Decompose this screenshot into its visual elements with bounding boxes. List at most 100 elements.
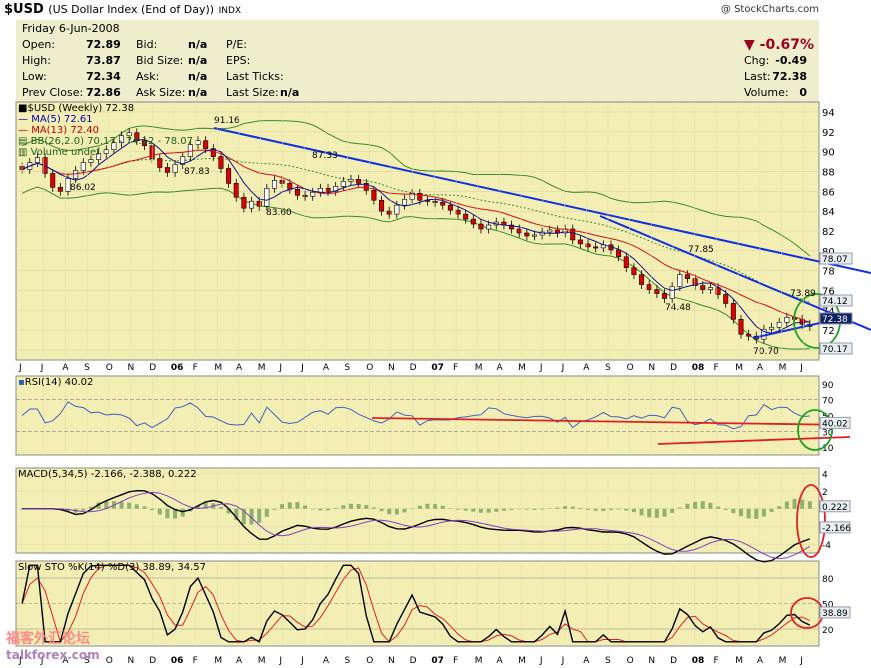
candle [746, 333, 752, 337]
legend-ma5: — MA(5) 72.61 [18, 114, 93, 125]
legend-rsi: ▪RSI(14) 40.02 [18, 377, 94, 388]
macd-hist-bar [394, 508, 399, 515]
price-annotation: 87.83 [184, 167, 210, 177]
candle [203, 140, 209, 149]
candle [654, 289, 660, 294]
candle [164, 167, 170, 173]
x-label-top: F [193, 363, 198, 373]
x-label-bottom: A [496, 656, 503, 666]
x-label-top: S [84, 363, 90, 373]
x-label-top: D [410, 363, 417, 373]
candle [279, 180, 285, 184]
x-label-top: M [735, 363, 743, 373]
candle [432, 200, 438, 203]
candle [700, 285, 706, 290]
watermark-cn: 福客外汇论坛 [6, 631, 90, 647]
macd-hist-bar [754, 508, 759, 519]
x-label-bottom: J [799, 656, 803, 666]
x-label-top: A [62, 363, 69, 373]
macd-hist-bar [81, 508, 86, 511]
macd-hist-bar [509, 508, 514, 510]
macd-hist-bar [570, 506, 575, 509]
macd-tag: 0.222 [822, 503, 848, 513]
candle [310, 192, 316, 197]
candle [616, 249, 622, 258]
candle [371, 190, 377, 201]
macd-hist-bar [578, 508, 583, 509]
macd-hist-bar [341, 505, 346, 509]
macd-hist-bar [807, 501, 812, 509]
price-annotation: 70.70 [753, 347, 779, 357]
candle [57, 187, 63, 192]
price-annotation: 74.48 [665, 303, 691, 313]
macd-hist-bar [326, 508, 331, 511]
y-tick-main: 90 [822, 148, 835, 159]
macd-hist-bar [616, 508, 621, 510]
macd-hist-bar [662, 508, 667, 517]
macd-hist-bar [356, 504, 361, 509]
x-label-top: A [236, 363, 243, 373]
macd-hist-bar [387, 508, 392, 515]
x-label-bottom: M [214, 656, 222, 666]
macd-hist-bar [127, 502, 132, 509]
candle [707, 287, 713, 290]
candle [73, 170, 79, 179]
macd-hist-bar [555, 507, 560, 509]
x-label-bottom: J [300, 656, 304, 666]
macd-hist-bar [257, 508, 262, 523]
macd-hist-bar [448, 508, 453, 509]
x-label-bottom: M [475, 656, 483, 666]
macd-hist-bar [348, 503, 353, 509]
macd-hist-bar [708, 502, 713, 509]
macd-hist-bar [218, 506, 223, 509]
x-label-bottom: O [366, 656, 373, 666]
x-label-top: O [106, 363, 113, 373]
x-label-top: 08 [692, 363, 705, 373]
candle [478, 223, 484, 230]
sto-tag: 38.89 [822, 609, 848, 619]
legend-volume: ▥ Volume undef [18, 147, 100, 158]
macd-hist-bar [532, 508, 537, 510]
x-label-top: O [627, 363, 634, 373]
macd-hist-bar [478, 508, 483, 513]
x-label-top: S [345, 363, 351, 373]
macd-hist-bar [157, 508, 162, 515]
price-annotation: 73.89 [790, 289, 816, 299]
candle [463, 213, 469, 220]
x-label-bottom: M [518, 656, 526, 666]
macd-hist-bar [371, 507, 376, 509]
candle [241, 196, 247, 209]
x-label-bottom: N [388, 656, 395, 666]
x-label-bottom: J [539, 656, 543, 666]
macd-hist-bar [501, 508, 506, 511]
candle [348, 179, 354, 182]
macd-hist-bar [295, 502, 300, 509]
x-label-bottom: 08 [692, 656, 705, 666]
candle [547, 229, 553, 233]
x-label-bottom: S [605, 656, 611, 666]
candle [631, 267, 637, 275]
macd-hist-bar [524, 508, 529, 510]
macd-hist-bar [647, 508, 652, 518]
candle [447, 204, 453, 211]
x-label-bottom: O [627, 656, 634, 666]
macd-hist-bar [685, 503, 690, 509]
x-label-bottom: A [236, 656, 243, 666]
x-label-top: M [258, 363, 266, 373]
candle [325, 188, 331, 192]
candle [356, 179, 362, 184]
candle [379, 199, 385, 212]
y-tick-main: 82 [822, 227, 835, 238]
price-annotation: 87.33 [312, 151, 338, 161]
y-tick-sto: 80 [822, 575, 834, 585]
x-label-bottom: M [735, 656, 743, 666]
x-label-top: J [40, 363, 44, 373]
macd-hist-bar [800, 499, 805, 509]
price-annotation: 91.16 [214, 116, 240, 126]
x-label-bottom: J [561, 656, 565, 666]
candle [532, 234, 538, 237]
x-label-bottom: F [453, 656, 458, 666]
candle [294, 189, 300, 196]
macd-hist-bar [723, 508, 728, 510]
candle [577, 239, 583, 245]
